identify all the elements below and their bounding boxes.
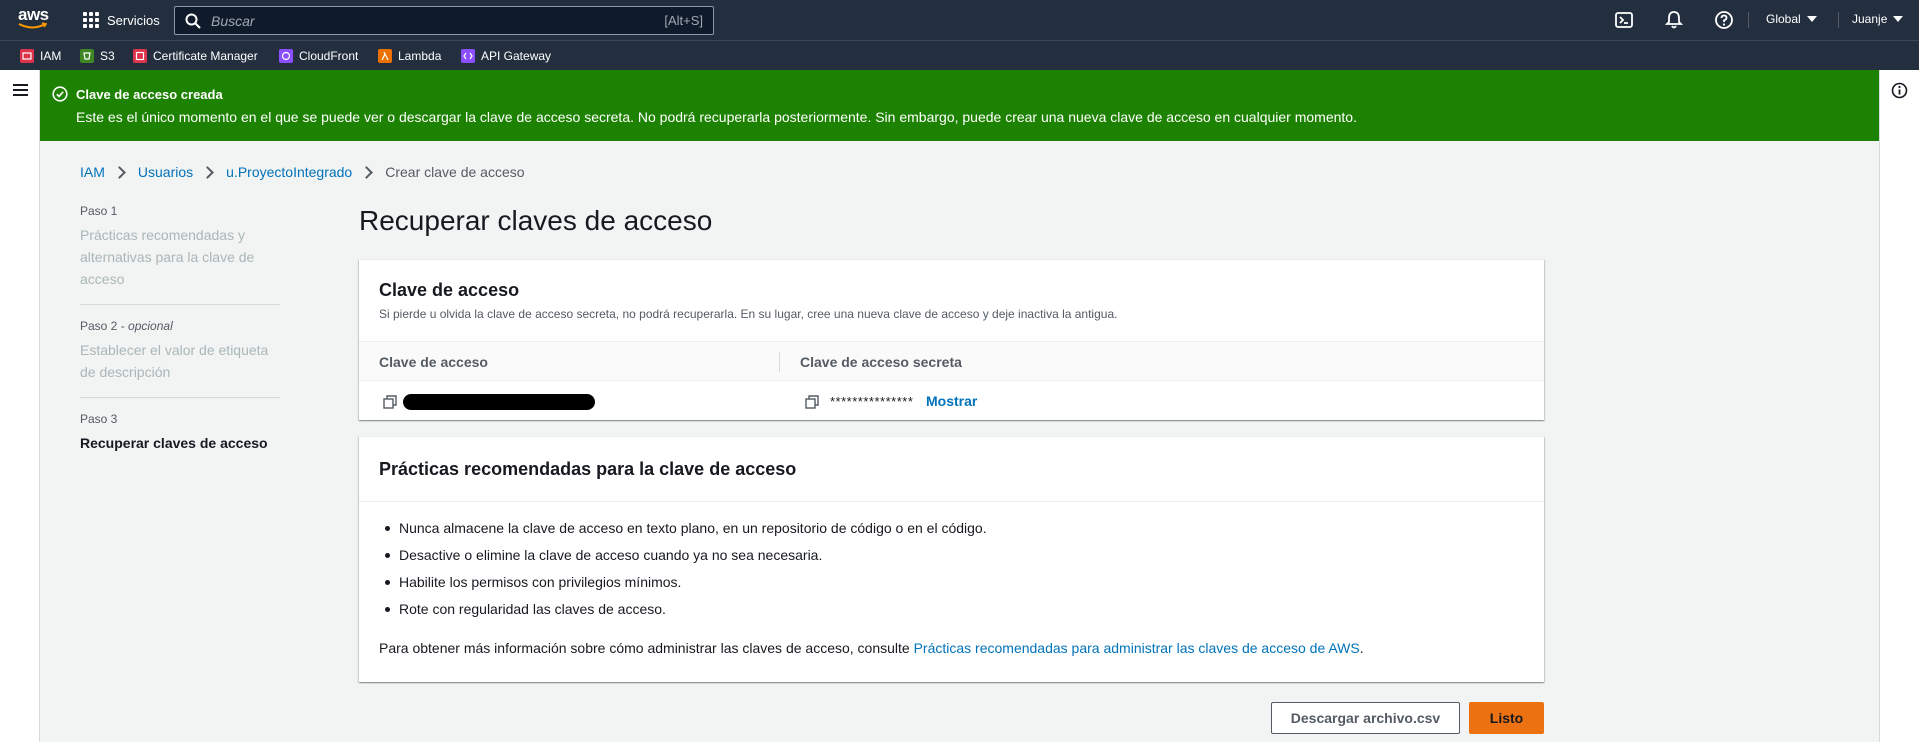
breadcrumb-user[interactable]: u.ProyectoIntegrado	[226, 164, 352, 180]
favorite-iam[interactable]: IAM	[20, 49, 61, 63]
region-label: Global	[1766, 12, 1801, 26]
wizard-step-3: Paso 3 Recuperar claves de acceso	[80, 412, 280, 468]
step-label: Prácticas recomendadas y alternativas pa…	[80, 227, 255, 287]
download-csv-button[interactable]: Descargar archivo.csv	[1271, 702, 1460, 734]
success-check-icon	[52, 86, 68, 102]
divider	[1838, 12, 1839, 28]
page-title: Recuperar claves de acceso	[359, 205, 713, 236]
grid-icon	[83, 12, 99, 28]
right-tools-rail	[1879, 70, 1919, 742]
user-label: Juanje	[1852, 12, 1888, 26]
left-navigation-rail	[0, 70, 40, 742]
cloudfront-service-icon	[279, 49, 293, 63]
favorite-label: IAM	[40, 49, 62, 63]
show-secret-link[interactable]: Mostrar	[926, 393, 977, 409]
step-number: Paso 1	[80, 204, 118, 218]
breadcrumb-usuarios[interactable]: Usuarios	[138, 164, 193, 180]
list-item: Rote con regularidad las claves de acces…	[379, 601, 1524, 617]
access-key-card-description: Si pierde u olvida la clave de acceso se…	[379, 307, 1118, 321]
favorites-bar: IAM S3 Certificate Manager CloudFront La…	[0, 40, 1919, 70]
breadcrumb-current: Crear clave de acceso	[385, 164, 525, 180]
services-menu-button[interactable]: Servicios	[83, 8, 160, 32]
table-header: Clave de acceso Clave de acceso secreta	[359, 341, 1544, 381]
info-icon[interactable]	[1891, 82, 1908, 99]
chevron-right-icon	[360, 165, 374, 179]
list-item: Nunca almacene la clave de acceso en tex…	[379, 520, 1524, 536]
favorite-certificate-manager[interactable]: Certificate Manager	[133, 49, 258, 63]
wizard-step-1: Paso 1 Prácticas recomendadas y alternat…	[80, 204, 280, 305]
flash-title: Clave de acceso creada	[76, 87, 223, 102]
divider	[1748, 12, 1749, 28]
step-optional-tag: opcional	[128, 319, 173, 333]
caret-down-icon	[1806, 16, 1817, 22]
top-navigation-bar: aws Servicios [Alt+S] Global Jua	[0, 0, 1919, 40]
favorite-label: API Gateway	[481, 49, 552, 63]
table-row: *************** Mostrar	[359, 381, 1544, 421]
best-practices-list: Nunca almacene la clave de acceso en tex…	[359, 502, 1544, 617]
region-selector[interactable]: Global	[1766, 12, 1817, 26]
breadcrumb-iam[interactable]: IAM	[80, 164, 105, 180]
copy-secret-key-icon[interactable]	[805, 395, 819, 409]
help-icon[interactable]	[1714, 10, 1734, 30]
best-practices-docs-link[interactable]: Prácticas recomendadas para administrar …	[914, 640, 1360, 656]
flash-message: Este es el único momento en el que se pu…	[76, 109, 1357, 125]
search-shortcut: [Alt+S]	[664, 13, 703, 28]
column-divider	[779, 352, 780, 372]
step-number: Paso 2 - opcional	[80, 319, 173, 333]
favorite-cloudfront[interactable]: CloudFront	[279, 49, 358, 63]
secret-key-masked: ***************	[830, 394, 914, 409]
access-key-table: Clave de acceso Clave de acceso secreta …	[359, 341, 1544, 421]
best-practices-title: Prácticas recomendadas para la clave de …	[379, 459, 797, 479]
cloudshell-icon[interactable]	[1614, 10, 1634, 30]
aws-logo[interactable]: aws	[18, 6, 50, 32]
aws-logo-text: aws	[18, 5, 49, 24]
column-header-secret-key: Clave de acceso secreta	[800, 354, 962, 370]
favorite-label: Certificate Manager	[153, 49, 258, 63]
favorite-label: S3	[100, 49, 115, 63]
more-info-text: Para obtener más información sobre cómo …	[379, 640, 1364, 656]
column-header-access-key: Clave de acceso	[379, 354, 488, 370]
wizard-step-2: Paso 2 - opcional Establecer el valor de…	[80, 319, 280, 398]
success-flash-banner: Clave de acceso creada Este es el único …	[40, 70, 1879, 141]
search-input[interactable]	[211, 12, 631, 29]
step-number: Paso 3	[80, 412, 118, 426]
certificate-manager-service-icon	[133, 49, 147, 63]
access-key-value-redacted	[403, 394, 595, 410]
favorite-s3[interactable]: S3	[80, 49, 115, 63]
iam-service-icon	[20, 49, 34, 63]
done-button[interactable]: Listo	[1469, 702, 1544, 734]
menu-hamburger-icon[interactable]	[13, 84, 28, 96]
search-box[interactable]: [Alt+S]	[174, 6, 714, 35]
step-label-active: Recuperar claves de acceso	[80, 435, 268, 451]
api-gateway-service-icon	[461, 49, 475, 63]
breadcrumb: IAM Usuarios u.ProyectoIntegrado Crear c…	[80, 164, 525, 180]
list-item: Habilite los permisos con privilegios mí…	[379, 574, 1524, 590]
chevron-right-icon	[201, 165, 215, 179]
chevron-right-icon	[113, 165, 126, 179]
search-icon	[185, 13, 201, 29]
access-key-card-title: Clave de acceso	[379, 280, 520, 300]
copy-access-key-icon[interactable]	[383, 395, 397, 409]
step-label: Establecer el valor de etiqueta de descr…	[80, 342, 269, 380]
access-key-container: Clave de acceso Si pierde u olvida la cl…	[359, 259, 1544, 420]
favorite-label: CloudFront	[299, 49, 359, 63]
s3-service-icon	[80, 49, 94, 63]
lambda-service-icon	[378, 49, 392, 63]
list-item: Desactive o elimine la clave de acceso c…	[379, 547, 1524, 563]
favorite-api-gateway[interactable]: API Gateway	[461, 49, 551, 63]
favorite-label: Lambda	[398, 49, 442, 63]
wizard-steps: Paso 1 Prácticas recomendadas y alternat…	[80, 204, 280, 482]
caret-down-icon	[1893, 16, 1904, 22]
best-practices-container: Prácticas recomendadas para la clave de …	[359, 436, 1544, 682]
services-label: Servicios	[107, 12, 160, 28]
favorite-lambda[interactable]: Lambda	[378, 49, 441, 63]
account-menu[interactable]: Juanje	[1852, 12, 1904, 26]
notifications-bell-icon[interactable]	[1664, 10, 1684, 30]
